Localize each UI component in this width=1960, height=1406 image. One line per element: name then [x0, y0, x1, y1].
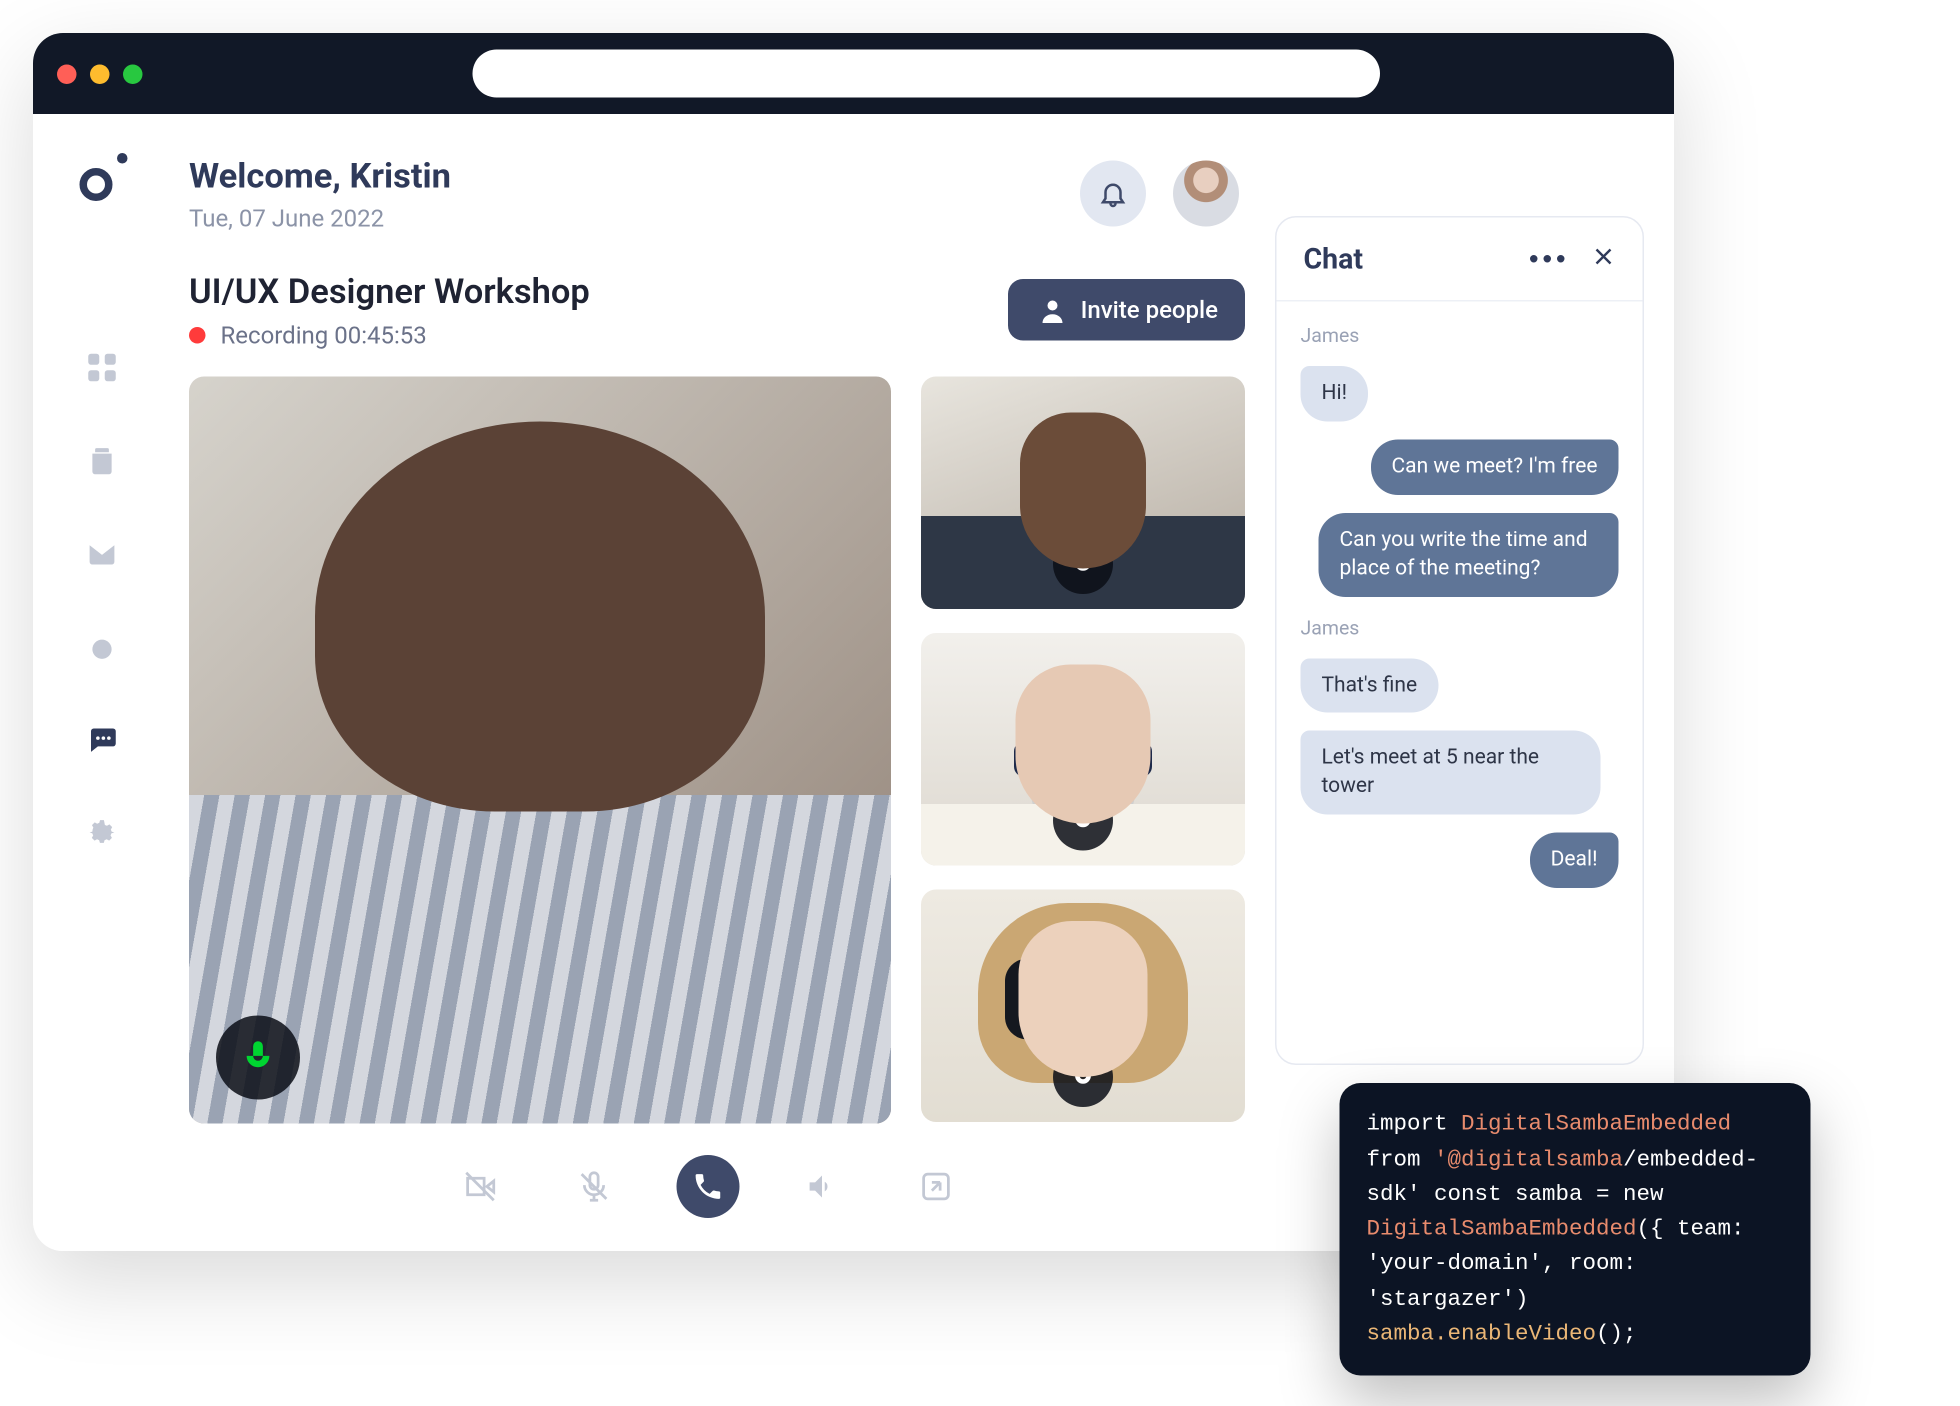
- participant-tile[interactable]: [921, 376, 1245, 609]
- code-snippet-card: import DigitalSambaEmbedded from '@digit…: [1340, 1083, 1811, 1375]
- active-speaker-tile[interactable]: [189, 376, 891, 1123]
- recording-dot-icon: [189, 326, 206, 343]
- top-row: Welcome, Kristin Tue, 07 June 2022: [171, 114, 1245, 235]
- invite-people-label: Invite people: [1081, 296, 1218, 325]
- participant-tile[interactable]: [921, 889, 1245, 1122]
- mic-indicator: [1053, 1046, 1113, 1106]
- notifications-button[interactable]: [1080, 161, 1146, 227]
- chat-message-out: Deal!: [1530, 833, 1619, 888]
- chat-message-in: Let's meet at 5 near the tower: [1301, 731, 1601, 815]
- chat-panel: Chat James Hi! Can we meet? I'm free Can…: [1275, 216, 1644, 1065]
- mic-indicator: [1053, 790, 1113, 850]
- chat-sender-label: James: [1301, 617, 1619, 640]
- video-grid: [171, 376, 1245, 1128]
- nav-item-dashboard[interactable]: [86, 351, 119, 384]
- close-icon: [1592, 244, 1616, 268]
- meeting-toolbar: [171, 1128, 1245, 1251]
- code-token: ();: [1596, 1321, 1637, 1347]
- window-close-dot[interactable]: [57, 64, 77, 84]
- code-token: DigitalSambaEmbedded: [1461, 1112, 1731, 1138]
- microphone-icon: [1070, 550, 1097, 577]
- meeting-header: UI/UX Designer Workshop Recording 00:45:…: [171, 271, 1245, 349]
- url-bar[interactable]: [473, 50, 1381, 98]
- chat-message-in: That's fine: [1301, 658, 1439, 713]
- phone-icon: [692, 1170, 725, 1203]
- browser-window: Welcome, Kristin Tue, 07 June 2022 UI/UX…: [33, 33, 1674, 1251]
- mic-indicator-self[interactable]: [216, 1015, 300, 1099]
- microphone-icon: [1070, 806, 1097, 833]
- invite-people-button[interactable]: Invite people: [1009, 279, 1245, 341]
- chat-message-in: Hi!: [1301, 366, 1369, 421]
- nav-item-timer[interactable]: [86, 630, 119, 663]
- app-body: Welcome, Kristin Tue, 07 June 2022 UI/UX…: [33, 114, 1674, 1251]
- chat-message-out: Can we meet? I'm free: [1370, 439, 1618, 494]
- code-token: DigitalSambaEmbedded: [1367, 1217, 1637, 1243]
- title-bar: [33, 33, 1674, 114]
- nav-item-settings[interactable]: [86, 816, 119, 849]
- window-controls: [57, 64, 143, 84]
- chat-menu-button[interactable]: [1530, 255, 1565, 263]
- chat-messages: James Hi! Can we meet? I'm free Can you …: [1277, 302, 1643, 1064]
- recording-label: Recording 00:45:53: [221, 320, 427, 349]
- chat-sender-label: James: [1301, 326, 1619, 349]
- mail-icon: [86, 537, 119, 570]
- meeting-title: UI/UX Designer Workshop: [189, 271, 590, 312]
- window-maximize-dot[interactable]: [123, 64, 143, 84]
- code-token: import: [1367, 1112, 1462, 1138]
- toggle-mic-button[interactable]: [563, 1155, 626, 1218]
- microphone-icon: [1070, 1063, 1097, 1090]
- welcome-block: Welcome, Kristin Tue, 07 June 2022: [189, 153, 451, 235]
- user-avatar[interactable]: [1173, 161, 1239, 227]
- share-screen-button[interactable]: [905, 1155, 968, 1218]
- toggle-camera-button[interactable]: [449, 1155, 512, 1218]
- microphone-off-icon: [578, 1170, 611, 1203]
- chat-bubble-icon: [86, 723, 119, 756]
- chat-header: Chat: [1277, 218, 1643, 302]
- recording-status: Recording 00:45:53: [189, 320, 590, 349]
- date-text: Tue, 07 June 2022: [189, 203, 451, 235]
- code-token: '@digitalsamba: [1434, 1147, 1623, 1173]
- nav-item-tasks[interactable]: [86, 444, 119, 477]
- hang-up-button[interactable]: [677, 1155, 740, 1218]
- nav-item-chat[interactable]: [86, 723, 119, 756]
- participant-tile[interactable]: [921, 632, 1245, 865]
- nav-item-inbox[interactable]: [86, 537, 119, 570]
- code-token: samba.enableVideo: [1367, 1321, 1597, 1347]
- share-icon: [920, 1170, 953, 1203]
- bell-icon: [1098, 179, 1128, 209]
- app-logo: [80, 156, 125, 201]
- chat-message-out: Can you write the time and place of the …: [1319, 513, 1619, 597]
- microphone-icon: [239, 1037, 278, 1076]
- gear-icon: [86, 816, 119, 849]
- chat-title: Chat: [1304, 242, 1364, 277]
- grid-icon: [86, 351, 119, 384]
- chat-close-button[interactable]: [1592, 244, 1616, 274]
- code-token: from: [1367, 1147, 1435, 1173]
- volume-icon: [806, 1170, 839, 1203]
- participant-thumbnails: [921, 376, 1245, 1128]
- meeting-title-block: UI/UX Designer Workshop Recording 00:45:…: [189, 271, 590, 349]
- camera-off-icon: [464, 1170, 497, 1203]
- mic-indicator: [1053, 533, 1113, 593]
- nav-list: [86, 351, 119, 849]
- toggle-volume-button[interactable]: [791, 1155, 854, 1218]
- stopwatch-icon: [86, 630, 119, 663]
- window-minimize-dot[interactable]: [90, 64, 110, 84]
- welcome-text: Welcome, Kristin: [189, 153, 451, 200]
- sidebar: [33, 114, 171, 1251]
- chat-header-actions: [1530, 244, 1616, 274]
- top-actions: [1080, 161, 1239, 227]
- main-column: Welcome, Kristin Tue, 07 June 2022 UI/UX…: [171, 114, 1275, 1251]
- person-add-icon: [1036, 296, 1066, 323]
- clipboard-icon: [86, 444, 119, 477]
